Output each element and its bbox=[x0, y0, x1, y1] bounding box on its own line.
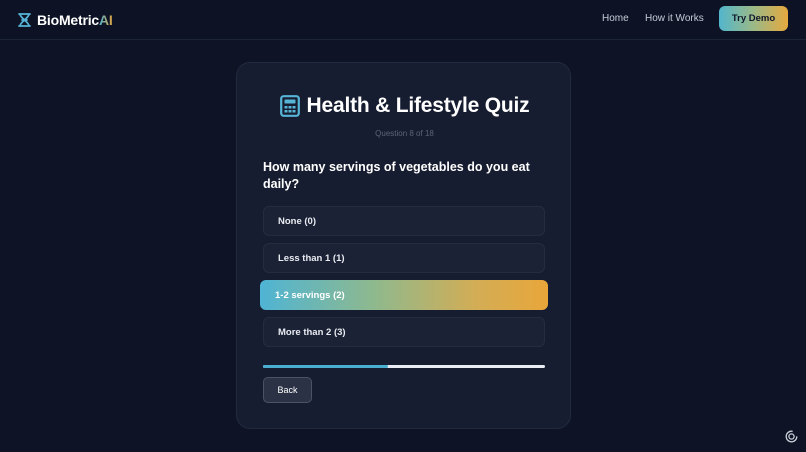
quiz-card: Health & Lifestyle Quiz Question 8 of 18… bbox=[236, 62, 571, 429]
answer-option-none[interactable]: None (0) bbox=[263, 206, 545, 236]
question-counter: Question 8 of 18 bbox=[375, 129, 434, 138]
quiz-title: Health & Lifestyle Quiz bbox=[306, 94, 530, 117]
quiz-progress-bar bbox=[263, 365, 545, 368]
brand-logo[interactable]: BioMetricAI bbox=[18, 11, 113, 29]
answer-option-more-than-2[interactable]: More than 2 (3) bbox=[263, 317, 545, 347]
quiz-header: Health & Lifestyle Quiz bbox=[237, 93, 572, 119]
brand-name: BioMetricAI bbox=[37, 12, 113, 28]
back-button[interactable]: Back bbox=[263, 377, 312, 403]
try-demo-button[interactable]: Try Demo bbox=[719, 6, 788, 31]
answer-option-1-2-servings[interactable]: 1-2 servings (2) bbox=[260, 280, 548, 310]
calculator-icon bbox=[279, 95, 300, 117]
top-navbar: BioMetricAI Home How it Works Try Demo bbox=[0, 0, 806, 40]
nav-link-home[interactable]: Home bbox=[602, 13, 629, 24]
answer-option-less-than-1[interactable]: Less than 1 (1) bbox=[263, 243, 545, 273]
dna-icon bbox=[18, 13, 31, 27]
assistant-icon[interactable] bbox=[785, 430, 798, 443]
quiz-progress-fill bbox=[263, 365, 389, 368]
question-text: How many servings of vegetables do you e… bbox=[263, 160, 530, 191]
nav-link-how-it-works[interactable]: How it Works bbox=[645, 13, 704, 24]
